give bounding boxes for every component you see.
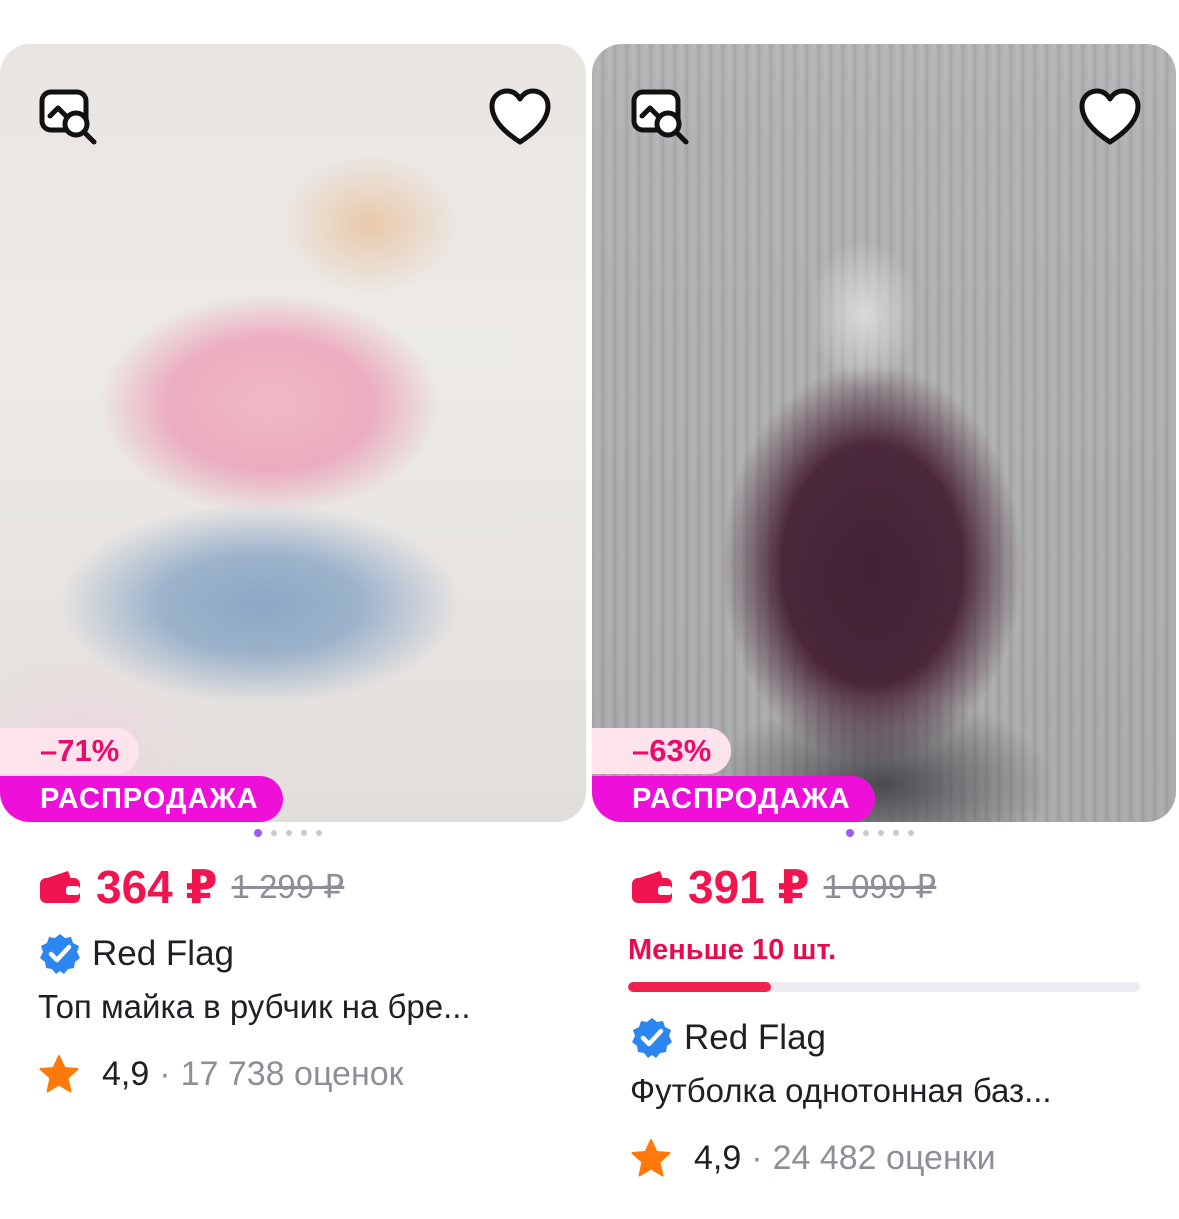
price-row: 391 ₽ 1 099 ₽	[630, 860, 936, 914]
product-card-2[interactable]: –63% РАСПРОДАЖА 391 ₽ 1 099 ₽ Меньше 10 …	[592, 44, 1178, 1177]
product-photo[interactable]: –71% РАСПРОДАЖА	[0, 44, 586, 822]
pager-dot	[301, 830, 307, 836]
heart-icon	[489, 88, 551, 145]
brand-name: Red Flag	[684, 1018, 827, 1057]
image-search-button[interactable]	[36, 86, 100, 150]
verified-badge-icon	[632, 1018, 672, 1058]
pager-dot	[878, 830, 884, 836]
pager-dot	[908, 830, 914, 836]
product-photo[interactable]: –63% РАСПРОДАЖА	[592, 44, 1176, 822]
current-price: 364 ₽	[96, 861, 218, 913]
image-search-button[interactable]	[628, 86, 692, 150]
product-card-1[interactable]: –71% РАСПРОДАЖА 364 ₽ 1 299 ₽ Red Flag Т…	[0, 44, 586, 1093]
pager-dot	[316, 830, 322, 836]
stock-bar-fill	[628, 982, 772, 992]
rating-value: 4,9	[102, 1054, 150, 1093]
photo-pager	[254, 828, 322, 838]
photo-pager	[846, 828, 914, 838]
pager-dot	[271, 830, 277, 836]
wallet-icon	[40, 871, 80, 903]
star-icon	[631, 1139, 671, 1177]
pager-dot	[846, 829, 854, 837]
favorite-button[interactable]	[1078, 86, 1142, 150]
reviews-count: 24 482 оценки	[772, 1138, 996, 1177]
price-row: 364 ₽ 1 299 ₽	[38, 860, 344, 914]
current-price: 391 ₽	[688, 861, 810, 913]
pager-dot	[863, 830, 869, 836]
rating-separator: ·	[159, 1054, 171, 1093]
pager-dot	[286, 830, 292, 836]
wallet-icon	[632, 871, 672, 903]
stock-bar	[628, 982, 1140, 992]
old-price: 1 099 ₽	[823, 868, 937, 905]
product-title[interactable]: Футболка однотонная баз...	[630, 1072, 1150, 1110]
photo-overlay	[0, 44, 586, 822]
brand-row[interactable]: Red Flag	[630, 1016, 826, 1060]
verified-badge-icon	[40, 934, 80, 974]
discount-badge: –63%	[592, 728, 732, 774]
old-price: 1 299 ₽	[231, 868, 345, 905]
discount-badge: –71%	[0, 728, 140, 774]
image-search-icon	[631, 89, 689, 145]
star-icon	[39, 1055, 79, 1093]
brand-row[interactable]: Red Flag	[38, 932, 234, 976]
heart-icon	[1079, 88, 1141, 145]
rating-separator: ·	[751, 1138, 763, 1177]
sale-badge: РАСПРОДАЖА	[592, 776, 875, 822]
rating-row: 4,9 · 17 738 оценок	[38, 1054, 404, 1094]
pager-dot	[254, 829, 262, 837]
brand-name: Red Flag	[92, 934, 235, 973]
reviews-count: 17 738 оценок	[180, 1054, 404, 1093]
sale-badge: РАСПРОДАЖА	[0, 776, 283, 822]
image-search-icon	[39, 89, 97, 145]
product-title[interactable]: Топ майка в рубчик на бре...	[38, 988, 558, 1026]
favorite-button[interactable]	[488, 86, 552, 150]
rating-value: 4,9	[694, 1138, 742, 1177]
rating-row: 4,9 · 24 482 оценки	[630, 1138, 996, 1178]
pager-dot	[893, 830, 899, 836]
photo-overlay	[592, 44, 1176, 822]
stock-warning: Меньше 10 шт.	[628, 934, 837, 966]
